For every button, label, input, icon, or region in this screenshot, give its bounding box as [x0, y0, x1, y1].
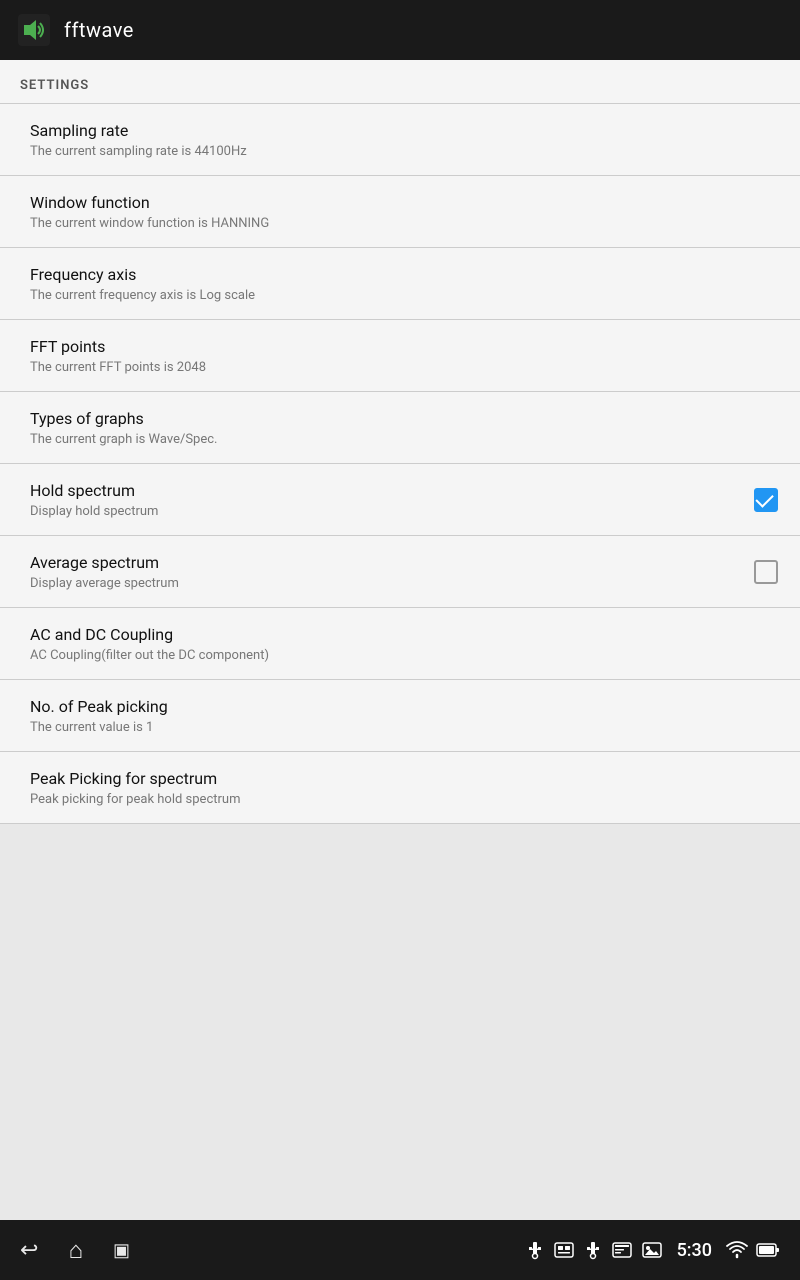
settings-item-subtitle-peak-picking-spectrum: Peak picking for peak hold spectrum [30, 792, 780, 807]
settings-item-title-average-spectrum: Average spectrum [30, 553, 736, 572]
settings-item-text-peak-picking-spectrum: Peak Picking for spectrum Peak picking fo… [30, 769, 780, 807]
settings-item-peak-picking-no[interactable]: No. of Peak picking The current value is … [0, 680, 800, 752]
settings-item-average-spectrum[interactable]: Average spectrum Display average spectrum [0, 536, 800, 608]
usb-status-icon-1 [525, 1240, 545, 1260]
settings-item-sampling-rate[interactable]: Sampling rate The current sampling rate i… [0, 104, 800, 176]
checkbox-unchecked-average-spectrum[interactable] [754, 560, 778, 584]
settings-item-subtitle-window-function: The current window function is HANNING [30, 216, 780, 231]
battery-status-icon [756, 1240, 780, 1260]
settings-item-text-fft-points: FFT points The current FFT points is 2048 [30, 337, 780, 375]
settings-item-text-average-spectrum: Average spectrum Display average spectrum [30, 553, 736, 591]
settings-item-title-peak-picking-no: No. of Peak picking [30, 697, 780, 716]
settings-item-text-sampling-rate: Sampling rate The current sampling rate i… [30, 121, 780, 159]
usb-status-icon-2 [583, 1240, 603, 1260]
settings-item-subtitle-average-spectrum: Display average spectrum [30, 576, 736, 591]
settings-item-title-fft-points: FFT points [30, 337, 780, 356]
settings-item-title-peak-picking-spectrum: Peak Picking for spectrum [30, 769, 780, 788]
settings-item-fft-points[interactable]: FFT points The current FFT points is 2048 [0, 320, 800, 392]
settings-item-subtitle-peak-picking-no: The current value is 1 [30, 720, 780, 735]
settings-item-subtitle-ac-dc-coupling: AC Coupling(filter out the DC component) [30, 648, 780, 663]
main-content: SETTINGS Sampling rate The current sampli… [0, 60, 800, 1240]
settings-item-title-window-function: Window function [30, 193, 780, 212]
settings-item-ac-dc-coupling[interactable]: AC and DC Coupling AC Coupling(filter out… [0, 608, 800, 680]
settings-container: SETTINGS Sampling rate The current sampli… [0, 60, 800, 824]
settings-item-text-ac-dc-coupling: AC and DC Coupling AC Coupling(filter out… [30, 625, 780, 663]
settings-item-title-types-of-graphs: Types of graphs [30, 409, 780, 428]
recents-button[interactable] [113, 1240, 130, 1261]
settings-header: SETTINGS [0, 60, 800, 104]
wifi-status-icon [726, 1241, 748, 1259]
app-logo-icon [16, 12, 52, 48]
nav-right: 5:30 [525, 1240, 780, 1261]
settings-item-title-sampling-rate: Sampling rate [30, 121, 780, 140]
status-time: 5:30 [677, 1240, 712, 1261]
settings-item-subtitle-types-of-graphs: The current graph is Wave/Spec. [30, 432, 780, 447]
app-title: fftwave [64, 18, 134, 42]
settings-list: Sampling rate The current sampling rate i… [0, 104, 800, 824]
settings-item-subtitle-frequency-axis: The current frequency axis is Log scale [30, 288, 780, 303]
back-button[interactable] [20, 1238, 38, 1263]
settings-item-text-peak-picking-no: No. of Peak picking The current value is … [30, 697, 780, 735]
settings-item-text-frequency-axis: Frequency axis The current frequency axis… [30, 265, 780, 303]
settings-item-subtitle-fft-points: The current FFT points is 2048 [30, 360, 780, 375]
app-bar: fftwave [0, 0, 800, 60]
settings-item-frequency-axis[interactable]: Frequency axis The current frequency axis… [0, 248, 800, 320]
settings-item-control-average-spectrum[interactable] [752, 558, 780, 586]
storage-status-icon [553, 1240, 575, 1260]
settings-item-text-types-of-graphs: Types of graphs The current graph is Wave… [30, 409, 780, 447]
nav-left [20, 1236, 130, 1265]
settings-item-title-ac-dc-coupling: AC and DC Coupling [30, 625, 780, 644]
home-button[interactable] [68, 1236, 83, 1265]
checkbox-checked-hold-spectrum[interactable] [754, 488, 778, 512]
settings-item-subtitle-hold-spectrum: Display hold spectrum [30, 504, 736, 519]
settings-item-title-frequency-axis: Frequency axis [30, 265, 780, 284]
settings-item-text-hold-spectrum: Hold spectrum Display hold spectrum [30, 481, 736, 519]
settings-item-control-hold-spectrum[interactable] [752, 486, 780, 514]
settings-item-subtitle-sampling-rate: The current sampling rate is 44100Hz [30, 144, 780, 159]
news-status-icon [611, 1240, 633, 1260]
settings-item-text-window-function: Window function The current window functi… [30, 193, 780, 231]
settings-item-window-function[interactable]: Window function The current window functi… [0, 176, 800, 248]
settings-item-peak-picking-spectrum[interactable]: Peak Picking for spectrum Peak picking fo… [0, 752, 800, 824]
image-status-icon [641, 1240, 663, 1260]
settings-item-title-hold-spectrum: Hold spectrum [30, 481, 736, 500]
settings-item-hold-spectrum[interactable]: Hold spectrum Display hold spectrum [0, 464, 800, 536]
nav-bar: 5:30 [0, 1220, 800, 1280]
settings-item-types-of-graphs[interactable]: Types of graphs The current graph is Wave… [0, 392, 800, 464]
